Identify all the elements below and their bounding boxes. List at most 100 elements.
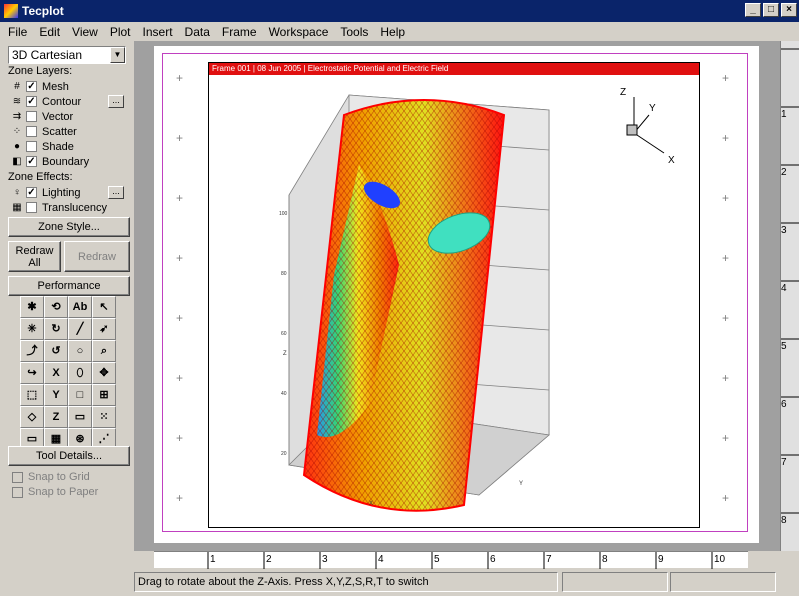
redraw-button[interactable]: Redraw bbox=[64, 241, 130, 272]
effect-lighting[interactable]: ♀ ✓ Lighting bbox=[10, 185, 80, 200]
tool-ellipse[interactable]: ⬯ bbox=[68, 362, 92, 384]
snap-grid-checkbox[interactable] bbox=[12, 471, 23, 483]
boundary-label: Boundary bbox=[42, 155, 90, 168]
tool-circle[interactable]: ○ bbox=[68, 340, 92, 362]
contour-checkbox[interactable]: ✓ bbox=[26, 96, 37, 107]
tool-probe[interactable]: ↪ bbox=[20, 362, 44, 384]
mesh-label: Mesh bbox=[42, 80, 69, 93]
status-panel-2 bbox=[670, 572, 776, 592]
tool-adjuster[interactable]: ➶ bbox=[92, 318, 116, 340]
tool-rectangle[interactable]: ▭ bbox=[68, 406, 92, 428]
tool-rotate-x[interactable]: X bbox=[44, 362, 68, 384]
minimize-button[interactable]: _ bbox=[745, 3, 761, 17]
snap-paper-checkbox[interactable] bbox=[12, 486, 23, 498]
contour-details-button[interactable]: ... bbox=[108, 95, 124, 108]
vertical-ruler: 1 2 3 4 5 6 7 8 bbox=[780, 41, 799, 551]
3d-plot-canvas[interactable]: 100 80 60 40 20 X Z Y Z Y X bbox=[209, 75, 699, 527]
workspace[interactable]: + + + + + + + + + + + + + + + + Frame 00… bbox=[134, 41, 780, 551]
status-bar: Drag to rotate about the Z-Axis. Press X… bbox=[0, 570, 799, 596]
plot-type-select[interactable]: 3D Cartesian ▼ bbox=[8, 46, 126, 64]
vruler-tick-8: 8 bbox=[781, 515, 787, 526]
vector-checkbox[interactable] bbox=[26, 111, 37, 122]
tool-rotate-y[interactable]: Y bbox=[44, 384, 68, 406]
lighting-details-button[interactable]: ... bbox=[108, 186, 124, 199]
scatter-checkbox[interactable] bbox=[26, 126, 37, 137]
vruler-tick-3: 3 bbox=[781, 225, 787, 236]
triad-z-label: Z bbox=[620, 87, 626, 98]
tool-rollerball[interactable]: ✳ bbox=[20, 318, 44, 340]
tool-spherical-rotate[interactable]: ⟲ bbox=[44, 296, 68, 318]
tool-twist[interactable]: ↻ bbox=[44, 318, 68, 340]
vruler-tick-5: 5 bbox=[781, 341, 787, 352]
zone-effects-label: Zone Effects: bbox=[8, 171, 73, 183]
redraw-all-button[interactable]: Redraw All bbox=[8, 241, 61, 272]
hruler-tick-7: 7 bbox=[546, 554, 552, 565]
tool-3d-rotate[interactable]: ✱ bbox=[20, 296, 44, 318]
snap-to-grid[interactable]: Snap to Grid bbox=[12, 471, 90, 483]
tool-zone-edit[interactable]: ⊞ bbox=[92, 384, 116, 406]
grid-mark: + bbox=[176, 71, 184, 85]
grid-mark: + bbox=[176, 131, 184, 145]
menu-help[interactable]: Help bbox=[374, 25, 411, 39]
svg-text:80: 80 bbox=[281, 271, 287, 277]
layer-vector[interactable]: ⇉ Vector bbox=[10, 109, 73, 124]
tool-rotate-z-axis[interactable]: Z bbox=[44, 406, 68, 428]
vruler-tick-6: 6 bbox=[781, 399, 787, 410]
zone-style-button[interactable]: Zone Style... bbox=[8, 217, 130, 237]
shade-checkbox[interactable] bbox=[26, 141, 37, 152]
svg-text:60: 60 bbox=[281, 331, 287, 337]
menu-frame[interactable]: Frame bbox=[216, 25, 263, 39]
translucency-checkbox[interactable] bbox=[26, 202, 37, 213]
menu-insert[interactable]: Insert bbox=[137, 25, 179, 39]
tool-line[interactable]: ╱ bbox=[68, 318, 92, 340]
hruler-tick-9: 9 bbox=[658, 554, 664, 565]
translucency-icon: ▦ bbox=[12, 201, 22, 213]
vruler-tick-4: 4 bbox=[781, 283, 787, 294]
menu-workspace[interactable]: Workspace bbox=[263, 25, 335, 39]
menu-file[interactable]: File bbox=[2, 25, 33, 39]
menu-plot[interactable]: Plot bbox=[104, 25, 137, 39]
maximize-button[interactable]: □ bbox=[763, 3, 779, 17]
lighting-checkbox[interactable]: ✓ bbox=[26, 187, 37, 198]
layer-mesh[interactable]: # ✓ Mesh bbox=[10, 79, 69, 94]
layer-contour[interactable]: ≋ ✓ Contour bbox=[10, 94, 81, 109]
hruler-tick-8: 8 bbox=[602, 554, 608, 565]
performance-button[interactable]: Performance bbox=[8, 276, 130, 296]
status-text: Drag to rotate about the Z-Axis. Press X… bbox=[134, 572, 558, 592]
close-button[interactable]: × bbox=[781, 3, 797, 17]
tool-selector[interactable]: ↖ bbox=[92, 296, 116, 318]
tool-text[interactable]: Ab bbox=[68, 296, 92, 318]
tool-slice[interactable]: ◇ bbox=[20, 406, 44, 428]
layer-boundary[interactable]: ◧ ✓ Boundary bbox=[10, 154, 89, 169]
tool-square[interactable]: □ bbox=[68, 384, 92, 406]
tool-zoom[interactable]: ⌕ bbox=[92, 340, 116, 362]
tecplot-app-icon bbox=[4, 4, 18, 18]
menu-bar: File Edit View Plot Insert Data Frame Wo… bbox=[0, 22, 799, 41]
frame-header[interactable]: Frame 001 | 08 Jun 2005 | Electrostatic … bbox=[209, 63, 699, 75]
menu-edit[interactable]: Edit bbox=[33, 25, 66, 39]
window-title: Tecplot bbox=[22, 4, 64, 18]
mesh-checkbox[interactable]: ✓ bbox=[26, 81, 37, 92]
paper: + + + + + + + + + + + + + + + + Frame 00… bbox=[154, 46, 759, 543]
chevron-down-icon[interactable]: ▼ bbox=[110, 47, 125, 63]
tool-contour-add[interactable]: ⬚ bbox=[20, 384, 44, 406]
boundary-checkbox[interactable]: ✓ bbox=[26, 156, 37, 167]
snap-to-paper[interactable]: Snap to Paper bbox=[12, 486, 98, 498]
hruler-tick-4: 4 bbox=[378, 554, 384, 565]
menu-view[interactable]: View bbox=[66, 25, 104, 39]
tool-translate[interactable]: ✥ bbox=[92, 362, 116, 384]
menu-data[interactable]: Data bbox=[179, 25, 216, 39]
hruler-tick-6: 6 bbox=[490, 554, 496, 565]
menu-tools[interactable]: Tools bbox=[334, 25, 374, 39]
effect-translucency[interactable]: ▦ Translucency bbox=[10, 200, 107, 215]
tool-details-button[interactable]: Tool Details... bbox=[8, 446, 130, 466]
grid-mark: + bbox=[722, 131, 730, 145]
plot-frame[interactable]: Frame 001 | 08 Jun 2005 | Electrostatic … bbox=[208, 62, 700, 528]
triad-y-label: Y bbox=[649, 103, 656, 114]
tool-polyline[interactable]: ⤴ bbox=[20, 340, 44, 362]
tool-rotate-z[interactable]: ↺ bbox=[44, 340, 68, 362]
layer-shade[interactable]: ● Shade bbox=[10, 139, 74, 154]
boundary-icon: ◧ bbox=[12, 155, 22, 167]
layer-scatter[interactable]: ⁘ Scatter bbox=[10, 124, 77, 139]
tool-scatter[interactable]: ⁙ bbox=[92, 406, 116, 428]
